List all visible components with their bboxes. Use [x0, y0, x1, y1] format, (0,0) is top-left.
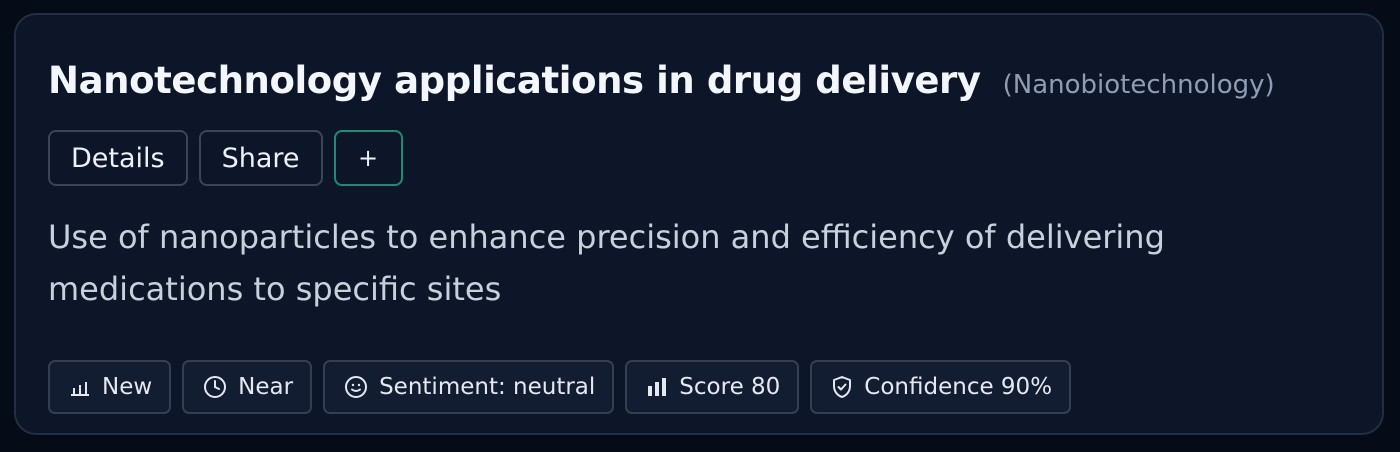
details-button[interactable]: Details	[48, 130, 188, 186]
score-chip: Score 80	[625, 360, 800, 414]
timeframe-chip: Near	[182, 360, 313, 414]
card-title: Nanotechnology applications in drug deli…	[48, 59, 981, 102]
trend-card: Nanotechnology applications in drug deli…	[14, 13, 1384, 435]
bar-chart-icon	[646, 377, 668, 397]
shield-check-icon	[831, 375, 853, 399]
sentiment-chip: Sentiment: neutral	[323, 360, 615, 414]
card-description: Use of nanoparticles to enhance precisio…	[48, 218, 1165, 308]
action-buttons: Details Share +	[48, 130, 403, 186]
confidence-chip-label: Confidence 90%	[864, 374, 1053, 400]
category-label: (Nanobiotechnology)	[1002, 70, 1275, 100]
add-button[interactable]: +	[333, 130, 403, 186]
confidence-chip: Confidence 90%	[810, 360, 1072, 414]
title-row: Nanotechnology applications in drug deli…	[48, 59, 1275, 102]
sentiment-chip-label: Sentiment: neutral	[379, 374, 596, 400]
timeframe-chip-label: Near	[238, 374, 294, 400]
share-button[interactable]: Share	[198, 130, 323, 186]
bar-chart-low-icon	[69, 377, 91, 397]
score-chip-label: Score 80	[679, 374, 781, 400]
status-chip: New	[48, 360, 172, 414]
metadata-chips: New Near Sentiment: neutral Score 80 Con…	[48, 360, 1072, 414]
smiley-icon	[344, 375, 368, 399]
status-chip-label: New	[102, 374, 153, 400]
clock-icon	[203, 375, 227, 399]
